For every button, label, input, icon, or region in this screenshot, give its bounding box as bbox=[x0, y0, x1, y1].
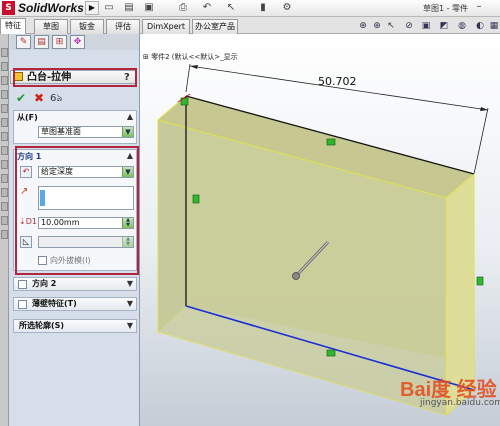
horizontal-relation-marker[interactable] bbox=[326, 138, 336, 146]
dimension-arrow-left bbox=[190, 65, 198, 69]
dimension-line bbox=[189, 65, 489, 111]
dimension-extension-right bbox=[473, 107, 489, 175]
horizontal-relation-marker[interactable] bbox=[326, 349, 336, 357]
dimension-extension-left bbox=[185, 63, 191, 93]
drag-handle-knob-icon[interactable] bbox=[292, 272, 300, 280]
vertical-relation-marker[interactable] bbox=[476, 276, 484, 286]
vertical-relation-marker[interactable] bbox=[192, 194, 200, 204]
watermark-url: jingyan.baidu.com bbox=[420, 398, 500, 408]
dimension-value[interactable]: 50.702 bbox=[318, 75, 357, 88]
model-view: 50.702 bbox=[156, 63, 489, 417]
dimension-arrow-right bbox=[480, 107, 488, 111]
